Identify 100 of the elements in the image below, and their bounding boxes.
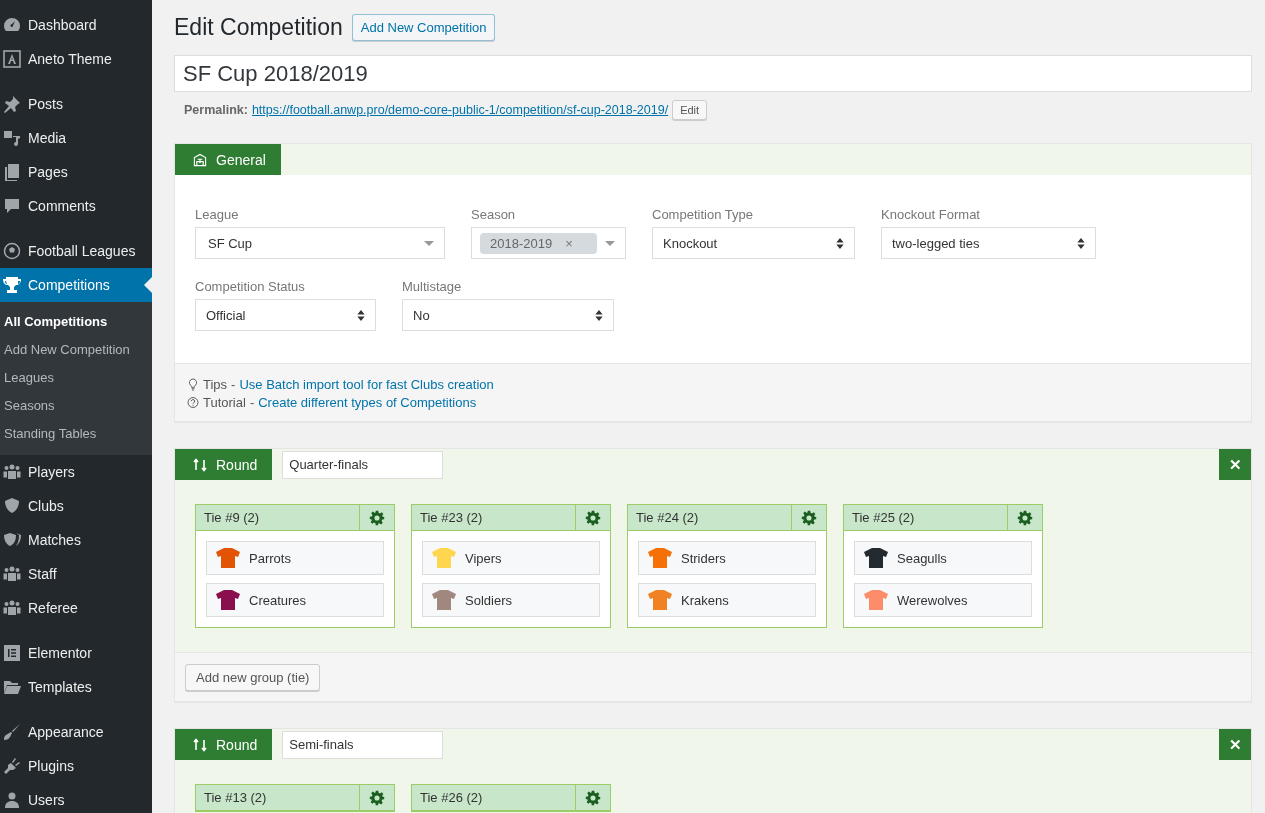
field-label: Competition Status (195, 279, 306, 294)
sidebar-item[interactable]: Matches (0, 523, 152, 557)
field-label: Knockout Format (881, 207, 981, 222)
select-field[interactable]: Official (195, 299, 376, 331)
field-label: Competition Type (652, 207, 754, 222)
general-tab[interactable]: General (175, 144, 281, 175)
sidebar-item[interactable]: Aneto Theme (0, 42, 152, 76)
sidebar-item[interactable]: Pages (0, 155, 152, 189)
sidebar-item[interactable]: Appearance (0, 715, 152, 749)
sidebar-item[interactable]: Comments (0, 189, 152, 223)
settings-icon (801, 509, 817, 526)
title-field[interactable]: SF Cup 2018/2019 (174, 55, 1252, 92)
swap-arrows-icon (192, 456, 208, 473)
people-icon (2, 598, 22, 618)
team-row[interactable]: Krakens (638, 583, 816, 617)
trophy-icon (2, 275, 22, 295)
brush-icon (2, 722, 22, 742)
sidebar-item[interactable]: Dashboard (0, 8, 152, 42)
dropdown-field[interactable]: 2018-2019 × (471, 227, 626, 259)
up-down-arrows-icon (357, 309, 365, 321)
user-icon (2, 790, 22, 810)
sidebar-item[interactable]: Templates (0, 670, 152, 704)
submenu-item[interactable]: Leagues (0, 364, 152, 392)
select-field[interactable]: No (402, 299, 614, 331)
team-row[interactable]: Parrots (206, 541, 384, 575)
page-title: Edit Competition (174, 14, 343, 41)
up-down-arrows-icon (595, 309, 603, 321)
stadium-icon (192, 151, 208, 168)
sidebar-item[interactable]: Staff (0, 557, 152, 591)
round-name-field[interactable]: Quarter-finals (282, 450, 444, 479)
round-name-field[interactable]: Semi-finals (282, 730, 444, 759)
submenu-item[interactable]: Add New Competition (0, 336, 152, 364)
settings-icon (369, 509, 385, 526)
people-icon (2, 564, 22, 584)
help-link[interactable]: Use Batch import tool for fast Clubs creation (239, 376, 494, 392)
sidebar-item[interactable]: Referee (0, 591, 152, 625)
dropdown-field[interactable]: SF Cup (195, 227, 445, 259)
tie-title: Tie #13 (2) (203, 790, 268, 805)
field-label: Season (471, 207, 517, 222)
submenu-item[interactable]: All Competitions (0, 308, 152, 336)
select-field[interactable]: two-legged ties (881, 227, 1096, 259)
add-new-button[interactable]: Add New Competition (351, 14, 496, 41)
note-label: Tutorial (203, 394, 246, 410)
team-row[interactable]: Seagulls (854, 541, 1032, 575)
tie-title: Tie #26 (2) (419, 790, 484, 805)
sidebar-item[interactable]: Media (0, 121, 152, 155)
close-button[interactable]: ✕ (1219, 729, 1251, 760)
team-row[interactable]: Werewolves (854, 583, 1032, 617)
up-down-arrows-icon (836, 237, 844, 249)
round-tab[interactable]: Round (175, 729, 273, 760)
sidebar-item[interactable]: Players (0, 455, 152, 489)
pages-icon (2, 162, 22, 182)
ball-icon (2, 241, 22, 261)
permalink-link[interactable]: https://football.anwp.pro/demo-core-public-1/competition/sf-cup-2018-2019/ (251, 103, 669, 117)
tie-title: Tie #23 (2) (419, 510, 484, 525)
separator-text: - (231, 376, 236, 392)
help-link[interactable]: Create different types of Competitions (258, 394, 477, 410)
people-icon (2, 462, 22, 482)
settings-icon (585, 789, 601, 806)
tie-title: Tie #24 (2) (635, 510, 700, 525)
sidebar-item[interactable]: Competitions (0, 268, 152, 302)
team-row[interactable]: Vipers (422, 541, 600, 575)
tag-chip: 2018-2019 × (480, 232, 597, 254)
team-row[interactable]: Creatures (206, 583, 384, 617)
team-row[interactable]: Soldiers (422, 583, 600, 617)
sidebar-item[interactable]: Clubs (0, 489, 152, 523)
settings-icon (585, 509, 601, 526)
permalink-label: Permalink: (184, 103, 248, 117)
swap-arrows-icon (192, 736, 208, 753)
settings-icon (1017, 509, 1033, 526)
submenu-item[interactable]: Standing Tables (0, 420, 152, 448)
pin-icon (2, 94, 22, 114)
bubble-icon (2, 196, 22, 216)
add-group-button[interactable]: Add new group (tie) (185, 664, 321, 691)
letter-icon (2, 49, 22, 69)
lightbulb-icon (187, 377, 199, 391)
help-icon (187, 395, 199, 409)
field-label: League (195, 207, 240, 222)
tie-title: Tie #25 (2) (851, 510, 916, 525)
edit-button[interactable]: Edit (672, 100, 708, 120)
select-field[interactable]: Knockout (652, 227, 855, 259)
settings-icon (369, 789, 385, 806)
elementor-icon (2, 643, 22, 663)
sidebar-item[interactable]: Plugins (0, 749, 152, 783)
media-icon (2, 128, 22, 148)
up-down-arrows-icon (1077, 237, 1085, 249)
shield-icon (2, 496, 22, 516)
sidebar-item[interactable]: Elementor (0, 636, 152, 670)
team-row[interactable]: Striders (638, 541, 816, 575)
submenu-item[interactable]: Seasons (0, 392, 152, 420)
separator-text: - (249, 394, 255, 410)
field-label: Multistage (402, 279, 463, 294)
note-label: Tips (203, 376, 228, 392)
sidebar-item[interactable]: Users (0, 783, 152, 813)
tie-title: Tie #9 (2) (203, 510, 261, 525)
sidebar-item[interactable]: Football Leagues (0, 234, 152, 268)
round-tab[interactable]: Round (175, 449, 273, 480)
close-button[interactable]: ✕ (1219, 449, 1251, 480)
sidebar-item[interactable]: Posts (0, 87, 152, 121)
plug-icon (2, 756, 22, 776)
